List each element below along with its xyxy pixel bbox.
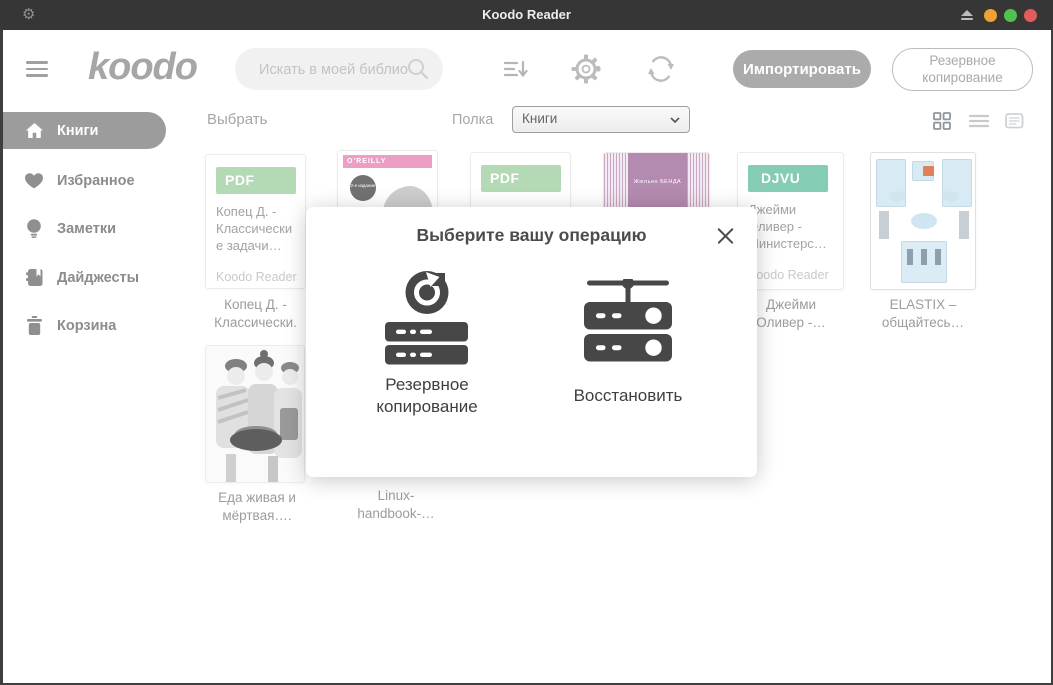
- trash-icon: [25, 316, 43, 335]
- shelf-label: Полка: [452, 112, 493, 128]
- book-caption[interactable]: Копец Д. - Классически.: [203, 296, 308, 332]
- restore-option-label: Восстановить: [558, 385, 698, 407]
- sidebar-item-trash[interactable]: Корзина: [3, 307, 183, 344]
- sidebar-item-label: Книги: [57, 123, 98, 139]
- book-cover-art: [959, 211, 969, 239]
- koodo-logo: koodo: [88, 46, 197, 89]
- chevron-down-icon: [670, 117, 680, 123]
- format-badge-pdf: PDF: [216, 167, 296, 194]
- book-caption[interactable]: ELASTIX – общайтесь…: [868, 296, 978, 332]
- sidebar-item-label: Дайджесты: [57, 270, 139, 286]
- format-badge-pdf: PDF: [481, 165, 561, 192]
- operation-dialog: Выберите вашу операцию Резервно: [306, 207, 757, 477]
- backup-toolbar-button[interactable]: Резервное копирование: [892, 48, 1033, 91]
- import-button[interactable]: Импортировать: [733, 50, 871, 88]
- book-cover-art: 2-е издание: [350, 175, 376, 201]
- book-cover-art: [206, 346, 305, 483]
- sidebar-item-label: Корзина: [57, 318, 116, 334]
- dialog-title: Выберите вашу операцию: [306, 225, 757, 246]
- window-title: Koodo Reader: [0, 0, 1053, 30]
- window-control-close[interactable]: [1024, 9, 1037, 22]
- eject-icon[interactable]: [960, 10, 974, 21]
- search-icon[interactable]: [407, 58, 429, 85]
- settings-gear-icon[interactable]: [571, 54, 601, 89]
- book-cover-art: O'REILLY: [343, 155, 432, 168]
- sidebar-item-label: Заметки: [57, 221, 116, 237]
- home-icon: [25, 123, 43, 138]
- sidebar-item-label: Избранное: [57, 173, 135, 189]
- sort-icon[interactable]: [504, 60, 528, 83]
- restore-server-icon: [584, 279, 672, 365]
- book-cover-art: [923, 166, 934, 176]
- backup-option-label: Резервное копирование: [357, 374, 497, 418]
- book-card-elastix[interactable]: [870, 152, 976, 290]
- sidebar-item-notes[interactable]: Заметки: [3, 210, 183, 247]
- heart-icon: [25, 173, 43, 189]
- shelf-select[interactable]: Книги: [512, 106, 690, 133]
- select-books-action[interactable]: Выбрать: [207, 111, 267, 128]
- book-author: Koodo Reader: [216, 270, 304, 284]
- book-title: Джейми Оливер - Министерс…: [748, 201, 836, 252]
- view-grid-button[interactable]: [933, 112, 951, 135]
- book-cover-art: [921, 249, 927, 265]
- format-badge-djvu: DJVU: [748, 165, 828, 192]
- titlebar: ⚙ Koodo Reader: [0, 0, 1053, 30]
- sync-icon[interactable]: [647, 55, 675, 88]
- window-controls: [960, 0, 1037, 30]
- koodo-reader-window: ⚙ Koodo Reader koodo: [0, 0, 1053, 685]
- lightbulb-icon: [25, 219, 43, 238]
- close-icon[interactable]: [716, 226, 735, 245]
- backup-option[interactable]: Резервное копирование: [357, 271, 497, 418]
- book-cover-art: [889, 191, 905, 202]
- book-cover-art: [907, 249, 913, 265]
- book-cover-art: [943, 191, 959, 202]
- book-cover-art: [879, 211, 889, 239]
- search-bar: [235, 48, 443, 90]
- book-caption[interactable]: Linux-handbook-…: [350, 487, 442, 523]
- book-cover-art: [911, 213, 937, 229]
- sidebar-item-books[interactable]: Книги: [3, 112, 166, 149]
- book-caption[interactable]: Джейми Оливер -…: [755, 296, 827, 332]
- sidebar-item-favorites[interactable]: Избранное: [3, 162, 183, 199]
- book-title: Копец Д. - Классические задачи…: [216, 203, 298, 254]
- backup-server-icon: [385, 271, 469, 365]
- digest-book-icon: [25, 269, 43, 286]
- restore-option[interactable]: Восстановить: [558, 279, 698, 407]
- book-author: Koodo Reader: [748, 268, 836, 282]
- window-control-maximize[interactable]: [1004, 9, 1017, 22]
- view-list-button[interactable]: [969, 114, 989, 133]
- sidebar-item-digests[interactable]: Дайджесты: [3, 259, 183, 296]
- window-control-minimize[interactable]: [984, 9, 997, 22]
- hamburger-menu-button[interactable]: [26, 61, 48, 77]
- book-card-food[interactable]: [205, 345, 305, 483]
- book-card-kopec[interactable]: PDF Копец Д. - Классические задачи… Kood…: [205, 154, 306, 289]
- search-input[interactable]: [257, 48, 411, 92]
- book-caption[interactable]: Еда живая и мёртвая….: [200, 489, 314, 525]
- book-cover-art: [935, 249, 941, 265]
- view-detail-button[interactable]: [1005, 113, 1024, 134]
- shelf-selected-value: Книги: [522, 111, 557, 126]
